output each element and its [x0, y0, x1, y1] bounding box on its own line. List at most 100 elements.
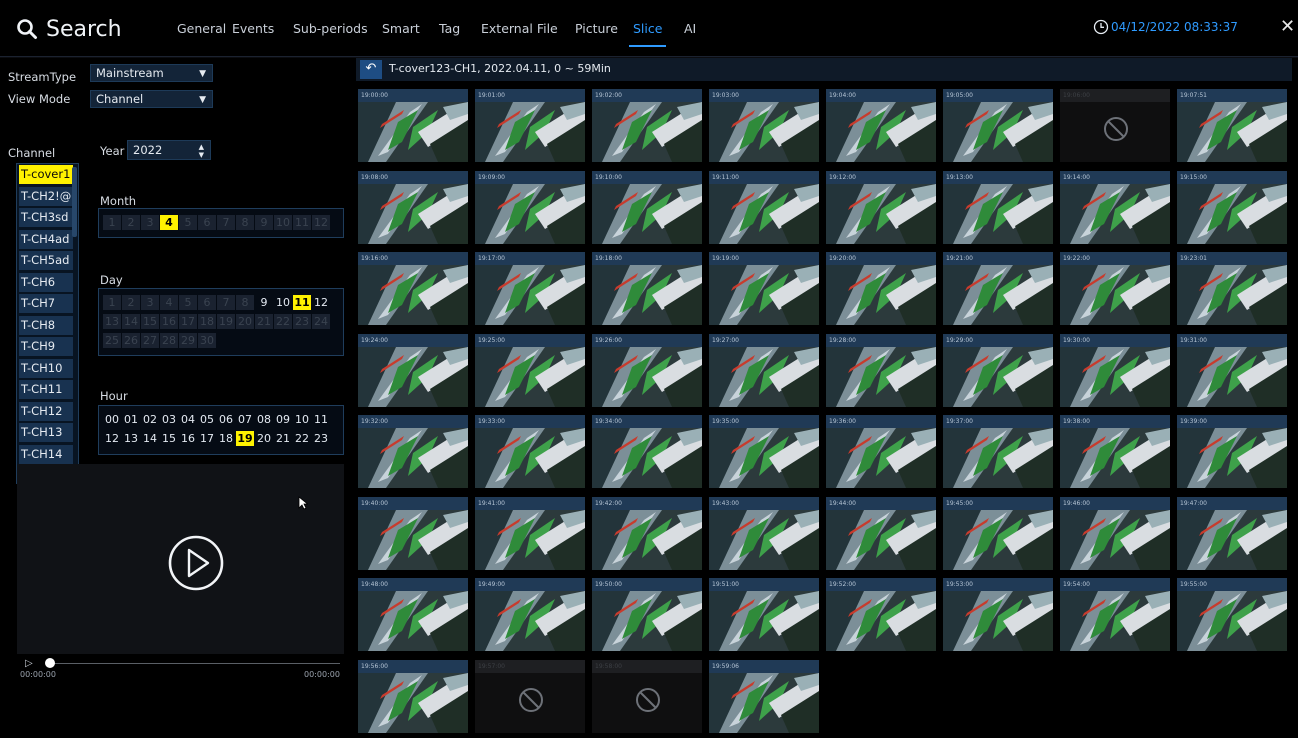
tab-general[interactable]: General [177, 21, 226, 36]
channel-item[interactable]: T-CH12 [19, 401, 73, 421]
hour-cell[interactable]: 01 [122, 412, 140, 427]
hour-cell[interactable]: 21 [274, 431, 292, 446]
slice-thumbnail[interactable]: 19:16:00 [358, 252, 468, 325]
channel-item[interactable]: T-CH13 [19, 423, 73, 442]
slice-thumbnail[interactable]: 19:33:00 [475, 415, 585, 488]
day-cell[interactable]: 10 [274, 295, 292, 310]
channel-item[interactable]: T-CH9 [19, 337, 73, 356]
slice-thumbnail[interactable]: 19:05:00 [943, 89, 1053, 162]
channel-item[interactable]: T-CH5ad [19, 251, 73, 270]
slice-thumbnail[interactable]: 19:45:00 [943, 496, 1053, 570]
hour-cell[interactable]: 09 [274, 412, 292, 427]
slice-thumbnail[interactable]: 19:00:00 [358, 89, 468, 162]
hour-cell[interactable]: 05 [198, 412, 216, 427]
slice-thumbnail[interactable]: 19:27:00 [709, 333, 819, 407]
channel-item[interactable]: T-CH7 [19, 294, 73, 313]
hour-cell[interactable]: 00 [103, 412, 121, 427]
slice-thumbnail[interactable]: 19:24:00 [358, 333, 468, 407]
slice-thumbnail[interactable]: 19:19:00 [709, 252, 819, 325]
hour-cell[interactable]: 02 [141, 412, 159, 427]
slice-thumbnail[interactable]: 19:13:00 [943, 170, 1053, 244]
slice-thumbnail[interactable]: 19:43:00 [709, 496, 819, 570]
channel-item[interactable]: T-cover1 [19, 165, 73, 184]
tab-slice[interactable]: Slice [628, 21, 667, 47]
slice-thumbnail[interactable]: 19:10:00 [592, 170, 702, 244]
hour-cell[interactable]: 19 [236, 431, 254, 446]
day-cell[interactable]: 12 [312, 295, 330, 310]
slice-thumbnail[interactable]: 19:14:00 [1060, 170, 1170, 244]
slice-thumbnail[interactable]: 19:31:00 [1177, 333, 1287, 407]
slice-thumbnail[interactable]: 19:48:00 [358, 578, 468, 651]
day-cell[interactable]: 11 [293, 295, 311, 310]
slice-thumbnail[interactable]: 19:21:00 [943, 252, 1053, 325]
channel-scrollbar[interactable] [72, 167, 77, 237]
tab-picture[interactable]: Picture [575, 21, 618, 36]
video-preview[interactable] [17, 464, 344, 654]
hour-cell[interactable]: 07 [236, 412, 254, 427]
slice-thumbnail[interactable]: 19:37:00 [943, 415, 1053, 488]
channel-item[interactable]: T-CH8 [19, 315, 73, 335]
slice-thumbnail[interactable]: 19:02:00 [592, 89, 702, 162]
slice-thumbnail[interactable]: 19:18:00 [592, 252, 702, 325]
slice-thumbnail[interactable]: 19:57:00 [475, 659, 585, 733]
slice-thumbnail[interactable]: 19:28:00 [826, 333, 936, 407]
hour-cell[interactable]: 14 [141, 431, 159, 446]
slice-thumbnail[interactable]: 19:15:00 [1177, 170, 1287, 244]
slice-thumbnail[interactable]: 19:59:06 [709, 659, 819, 733]
slice-thumbnail[interactable]: 19:42:00 [592, 496, 702, 570]
close-button[interactable]: ✕ [1280, 18, 1296, 36]
channel-item[interactable]: T-CH14 [19, 444, 73, 464]
slice-thumbnail[interactable]: 19:26:00 [592, 333, 702, 407]
channel-item[interactable]: T-CH10 [19, 358, 73, 378]
channel-item[interactable]: T-CH11 [19, 380, 73, 399]
day-cell[interactable]: 9 [255, 295, 273, 310]
hour-cell[interactable]: 16 [179, 431, 197, 446]
hour-cell[interactable]: 03 [160, 412, 178, 427]
slice-thumbnail[interactable]: 19:20:00 [826, 252, 936, 325]
slice-thumbnail[interactable]: 19:35:00 [709, 415, 819, 488]
slice-thumbnail[interactable]: 19:55:00 [1177, 578, 1287, 651]
slice-thumbnail[interactable]: 19:47:00 [1177, 496, 1287, 570]
slice-thumbnail[interactable]: 19:53:00 [943, 578, 1053, 651]
slice-thumbnail[interactable]: 19:11:00 [709, 170, 819, 244]
slice-thumbnail[interactable]: 19:54:00 [1060, 578, 1170, 651]
hour-cell[interactable]: 17 [198, 431, 216, 446]
slice-thumbnail[interactable]: 19:34:00 [592, 415, 702, 488]
hour-cell[interactable]: 20 [255, 431, 273, 446]
channel-item[interactable]: T-CH3sd [19, 208, 73, 227]
hour-cell[interactable]: 08 [255, 412, 273, 427]
slice-thumbnail[interactable]: 19:46:00 [1060, 496, 1170, 570]
slice-thumbnail[interactable]: 19:36:00 [826, 415, 936, 488]
slice-thumbnail[interactable]: 19:58:00 [592, 659, 702, 733]
slice-thumbnail[interactable]: 19:38:00 [1060, 415, 1170, 488]
slice-thumbnail[interactable]: 19:07:51 [1177, 89, 1287, 162]
slice-thumbnail[interactable]: 19:25:00 [475, 333, 585, 407]
slice-thumbnail[interactable]: 19:04:00 [826, 89, 936, 162]
tab-external-file[interactable]: External File [481, 21, 558, 36]
slice-thumbnail[interactable]: 19:06:00 [1060, 89, 1170, 162]
slice-thumbnail[interactable]: 19:08:00 [358, 170, 468, 244]
play-icon[interactable]: ▷ [25, 658, 33, 669]
slice-thumbnail[interactable]: 19:56:00 [358, 659, 468, 733]
slice-thumbnail[interactable]: 19:17:00 [475, 252, 585, 325]
progress-track[interactable] [50, 663, 340, 664]
stream-type-select[interactable]: Mainstream ▼ [90, 64, 213, 82]
slice-thumbnail[interactable]: 19:51:00 [709, 578, 819, 651]
channel-item[interactable]: T-CH2!@ [19, 186, 73, 206]
tab-ai[interactable]: AI [684, 21, 696, 36]
hour-cell[interactable]: 22 [293, 431, 311, 446]
play-circle-icon[interactable] [167, 534, 225, 592]
slice-thumbnail[interactable]: 19:12:00 [826, 170, 936, 244]
slice-thumbnail[interactable]: 19:44:00 [826, 496, 936, 570]
slice-thumbnail[interactable]: 19:40:00 [358, 496, 468, 570]
hour-cell[interactable]: 11 [312, 412, 330, 427]
slice-thumbnail[interactable]: 19:29:00 [943, 333, 1053, 407]
hour-cell[interactable]: 04 [179, 412, 197, 427]
slice-thumbnail[interactable]: 19:41:00 [475, 496, 585, 570]
view-mode-select[interactable]: Channel ▼ [90, 90, 213, 108]
hour-cell[interactable]: 10 [293, 412, 311, 427]
hour-cell[interactable]: 23 [312, 431, 330, 446]
slice-thumbnail[interactable]: 19:49:00 [475, 578, 585, 651]
progress-handle[interactable] [45, 658, 55, 668]
hour-cell[interactable]: 13 [122, 431, 140, 446]
